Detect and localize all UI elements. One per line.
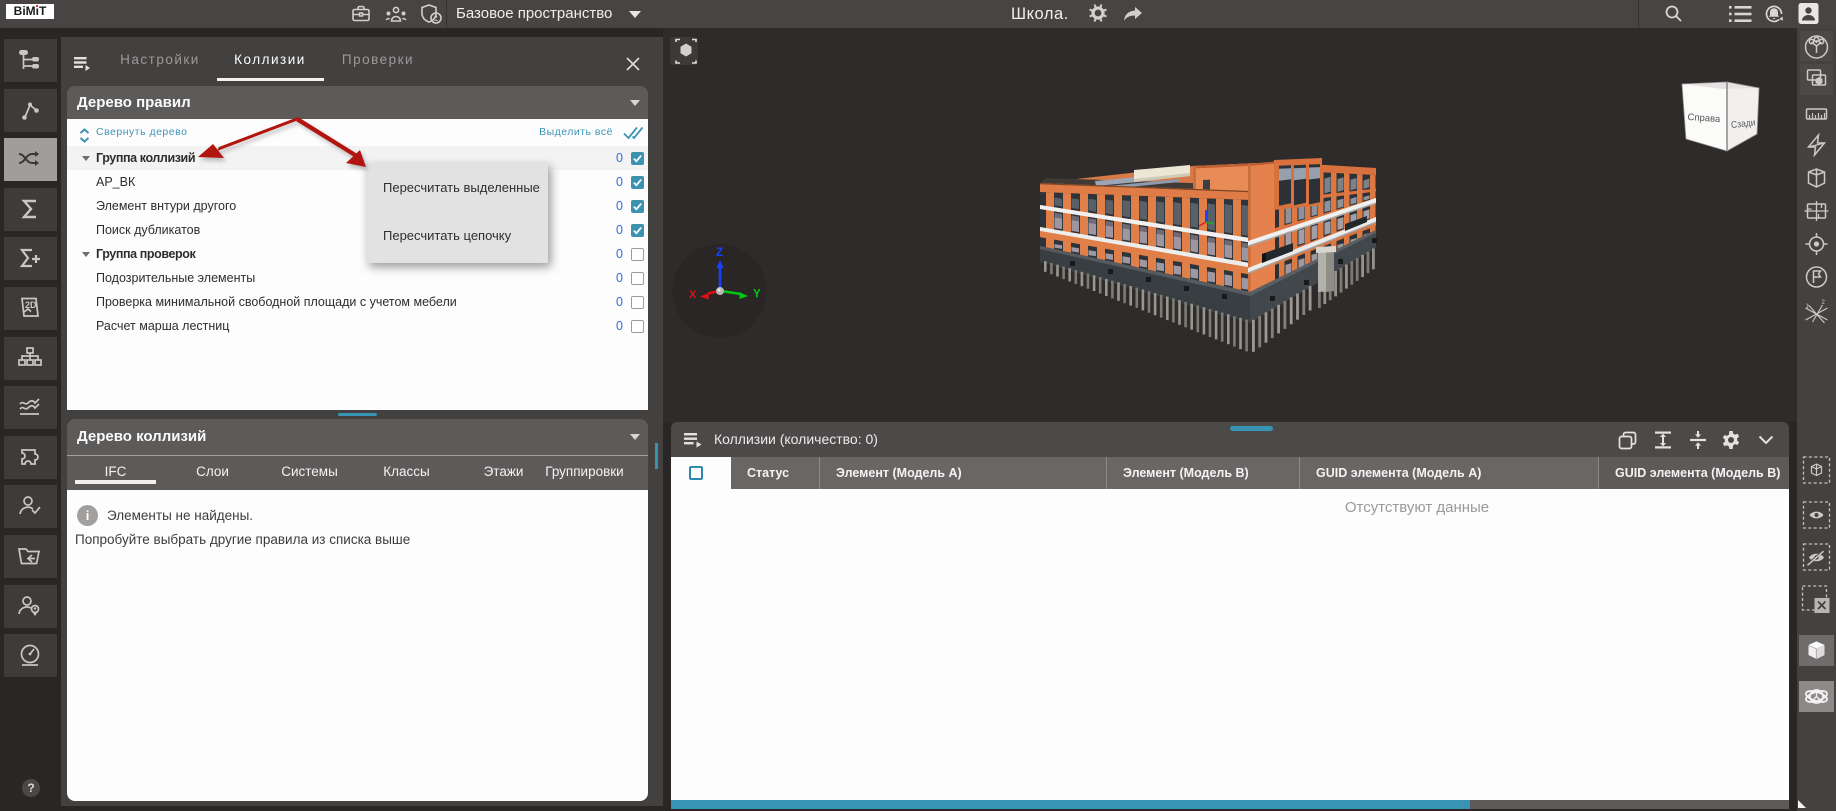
svg-text:X: X [689, 289, 697, 301]
svg-text:Y: Y [753, 289, 761, 301]
svg-text:2D: 2D [25, 300, 37, 310]
svg-text:Справа: Справа [1687, 112, 1721, 125]
svg-text:Z: Z [716, 247, 723, 259]
